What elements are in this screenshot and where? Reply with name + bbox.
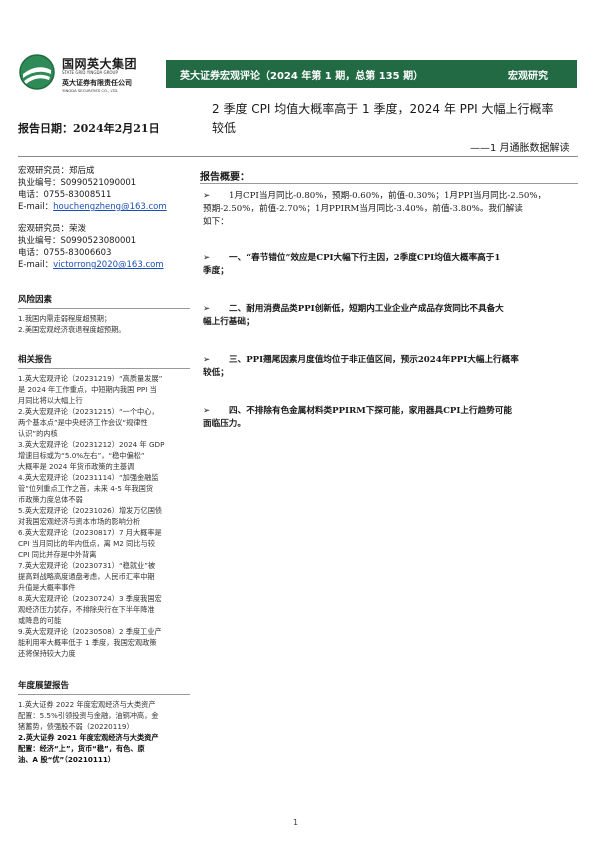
bullet-arrow-icon: ➢ bbox=[203, 253, 211, 263]
report-subtitle: ——1 月通胀数据解读 bbox=[470, 143, 570, 154]
summary-heading: 报告概要： bbox=[200, 172, 250, 183]
summary-point: ➢ 一、“春节错位”效应是CPI大幅下行主因，2季度CPI均值大概率高于1 季度； bbox=[203, 252, 577, 278]
point-line: 四、不排除有色金属材料类PPIRM下探可能，家用器具CPI上行趋势可能 bbox=[229, 406, 512, 416]
annual-list: 1.英大证券 2022 年度宏观经济与大类资产 配置：5.5%引领投资与金融，油铜… bbox=[18, 699, 190, 765]
report-date: 报告日期：2024年2月21日 bbox=[18, 122, 160, 135]
list-item: 管”位列重点工作之首，未来 4-5 年我国货 bbox=[18, 484, 154, 493]
list-item: 1.我国内需走弱程度超预期； bbox=[18, 314, 112, 323]
summary-point: ➢ 三、PPI翘尾因素月度值均位于非正值区间，预示2024年PPI大幅上行概率 较… bbox=[203, 354, 577, 380]
summary-intro: ➢ 1月CPI当月同比-0.80%，预期-0.60%，前值-0.30%；1月PPI… bbox=[203, 190, 577, 229]
list-item: 对我国宏观经济与资本市场的影响分析 bbox=[18, 517, 141, 526]
related-list: 1.英大宏观评论（20231219）“高质量发展” 是 2024 年工作重点，中短… bbox=[18, 373, 190, 659]
intro-line: 预期-2.50%，前值-2.70%；1月PPIRM当月同比-3.40%，前值-3… bbox=[203, 204, 523, 214]
page-number: 1 bbox=[293, 818, 299, 827]
list-item: 提高到战略高度通盘考虑，人民币汇率中期 bbox=[18, 572, 155, 581]
bullet-arrow-icon: ➢ bbox=[203, 406, 211, 416]
list-item: 升值是大概率事件 bbox=[18, 583, 76, 592]
list-item: 8.英大宏观评论（20230724）3 季度我国宏 bbox=[18, 594, 162, 603]
section-divider bbox=[18, 308, 190, 309]
list-item: 还将保持较大力度 bbox=[18, 649, 76, 658]
list-item: 配置：5.5%引领投资与金融，油铜冲高，金 bbox=[18, 711, 159, 720]
summary-point: ➢ 四、不排除有色金属材料类PPIRM下探可能，家用器具CPI上行趋势可能 面临压… bbox=[203, 405, 577, 431]
analyst-email-link[interactable]: victorrong2020@163.com bbox=[53, 260, 163, 270]
list-item: 大概率是 2024 年货币政策的主基调 bbox=[18, 462, 135, 471]
analyst-name: 宏观研究员：荣泼 bbox=[18, 224, 87, 234]
list-item: 月同比将以大幅上行 bbox=[18, 396, 83, 405]
list-item: CPI 当月同比的年内低点，离 M2 同比与较 bbox=[18, 539, 155, 548]
bullet-arrow-icon: ➢ bbox=[203, 304, 211, 314]
email-label: E-mail： bbox=[18, 260, 54, 270]
analyst-cert: 执业编号：S0990523080001 bbox=[18, 236, 137, 246]
list-item: 能利用率大概率低于 1 季度，我国宏观政策 bbox=[18, 638, 157, 647]
header-divider bbox=[18, 156, 578, 157]
analyst-email-link[interactable]: houchengzheng@163.com bbox=[53, 202, 167, 212]
sidebar: 宏观研究员：郑后成 执业编号：S0990521090001 电话：0755-83… bbox=[18, 165, 190, 765]
list-item: 2.英大宏观评论（20231215）“一个中心， bbox=[18, 407, 159, 416]
analyst-name: 宏观研究员：郑后成 bbox=[18, 166, 95, 176]
list-item: 油、A 股“优”（20210111） bbox=[18, 755, 116, 764]
point-line: 一、“春节错位”效应是CPI大幅下行主因，2季度CPI均值大概率高于1 bbox=[229, 253, 501, 263]
list-item: 增速目标或为“5.0%左右”，“稳中偏松” bbox=[18, 451, 145, 460]
list-item: 2.美国宏观经济衰退程度超预期。 bbox=[18, 325, 126, 334]
analyst-phone: 电话：0755-83006603 bbox=[18, 248, 112, 258]
list-item: 7.英大宏观评论（20230731）“稳就业”被 bbox=[18, 561, 156, 570]
summary-divider bbox=[200, 183, 578, 184]
report-title: 2 季度 CPI 均值大概率高于 1 季度，2024 年 PPI 大幅上行概率 bbox=[212, 100, 587, 119]
list-item: 认识”的内核 bbox=[18, 429, 58, 438]
logo-subsidiary-english: YINGDA SECURITIES CO., LTD. bbox=[62, 88, 119, 93]
analyst-phone: 电话：0755-83008511 bbox=[18, 190, 112, 200]
annual-heading: 年度展望报告 bbox=[18, 681, 70, 691]
list-item: 是 2024 年工作重点，中短期内我国 PPI 当 bbox=[18, 385, 157, 394]
risk-heading: 风险因素 bbox=[18, 295, 53, 305]
category-label: 宏观研究 bbox=[508, 71, 548, 82]
report-title-line1: 2 季度 CPI 均值大概率高于 1 季度，2024 年 PPI 大幅上行概率 bbox=[212, 102, 554, 116]
report-title-line2: 较低 bbox=[212, 121, 237, 135]
list-item: 9.英大宏观评论（20230508）2 季度工业产 bbox=[18, 627, 162, 636]
intro-line: 如下： bbox=[203, 217, 229, 227]
list-item: 币政策力度总体不弱 bbox=[18, 495, 83, 504]
bullet-arrow-icon: ➢ bbox=[203, 355, 211, 365]
list-item: 2.英大证券 2021 年度宏观经济与大类资产 bbox=[18, 733, 159, 742]
point-line: 二、耐用消费品类PPI创新低，短期内工业企业产成品存货同比不具备大 bbox=[229, 304, 504, 314]
list-item: 3.英大宏观评论（20231212）2024 年 GDP bbox=[18, 440, 165, 449]
point-line: 较低； bbox=[203, 368, 229, 378]
list-item: 6.英大宏观评论（20230817）7 月大概率是 bbox=[18, 528, 162, 537]
point-line: 幅上行基础； bbox=[203, 317, 255, 327]
series-title: 英大证券宏观评论（2024 年第 1 期，总第 135 期） bbox=[180, 71, 424, 82]
list-item: 两个基本点”是中央经济工作会议“规律性 bbox=[18, 418, 148, 427]
company-logo-icon bbox=[19, 54, 55, 90]
list-item: 观经济压力犹存，不排除央行在下半年降准 bbox=[18, 605, 155, 614]
point-line: 三、PPI翘尾因素月度值均位于非正值区间，预示2024年PPI大幅上行概率 bbox=[229, 355, 519, 365]
list-item: 4.英大宏观评论（20231114）“加强金融监 bbox=[18, 473, 159, 482]
list-item: 1.英大宏观评论（20231219）“高质量发展” bbox=[18, 374, 163, 383]
analyst-block: 宏观研究员：郑后成 执业编号：S0990521090001 电话：0755-83… bbox=[18, 165, 190, 213]
list-item: 1.英大证券 2022 年度宏观经济与大类资产 bbox=[18, 700, 156, 709]
list-item: 5.英大宏观评论（20231026）增发万亿国债 bbox=[18, 506, 163, 515]
analyst-cert: 执业编号：S0990521090001 bbox=[18, 178, 137, 188]
summary-point: ➢ 二、耐用消费品类PPI创新低，短期内工业企业产成品存货同比不具备大 幅上行基础… bbox=[203, 303, 577, 329]
analyst-email-row: E-mail：houchengzheng@163.com bbox=[18, 201, 190, 213]
section-divider bbox=[18, 368, 190, 369]
risk-list: 1.我国内需走弱程度超预期； 2.美国宏观经济衰退程度超预期。 bbox=[18, 313, 190, 335]
email-label: E-mail： bbox=[18, 202, 54, 212]
logo-english-name: STATE GRID YINGDA GROUP bbox=[62, 70, 118, 75]
bullet-arrow-icon: ➢ bbox=[203, 191, 211, 201]
analyst-block: 宏观研究员：荣泼 执业编号：S0990523080001 电话：0755-830… bbox=[18, 223, 190, 271]
point-line: 季度； bbox=[203, 266, 229, 276]
logo-subsidiary-name: 英大证券有限责任公司 bbox=[62, 79, 132, 87]
point-line: 面临压力。 bbox=[203, 419, 246, 429]
list-item: CPI 同比并存是中外背离 bbox=[18, 550, 97, 559]
intro-line: 1月CPI当月同比-0.80%，预期-0.60%，前值-0.30%；1月PPI当… bbox=[229, 191, 547, 201]
related-heading: 相关报告 bbox=[18, 355, 53, 365]
list-item: 猪蓄势，债强股不弱（20220119） bbox=[18, 722, 134, 731]
list-item: 或降息的可能 bbox=[18, 616, 62, 625]
analyst-email-row: E-mail：victorrong2020@163.com bbox=[18, 259, 190, 271]
list-item: 配置：经济“上”，货币“稳”，有色、原 bbox=[18, 744, 145, 753]
section-divider bbox=[18, 694, 190, 695]
